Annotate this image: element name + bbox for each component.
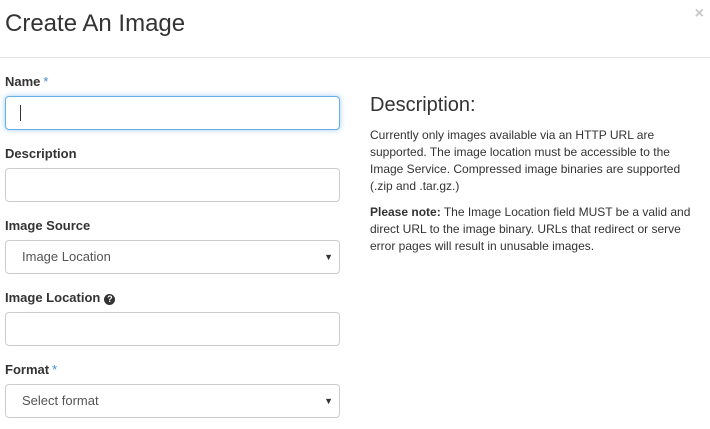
image-source-select[interactable]: Image Location ▼ (5, 240, 340, 274)
format-select[interactable]: Select format ▼ (5, 384, 340, 418)
name-label: Name * (5, 74, 48, 90)
required-asterisk: * (43, 74, 49, 89)
modal-header: Create An Image × (0, 0, 710, 58)
image-location-label-text: Image Location (5, 290, 101, 305)
help-note: Please note: The Image Location field MU… (370, 204, 705, 255)
close-icon[interactable]: × (695, 6, 704, 22)
image-source-selected: Image Location (22, 249, 111, 264)
format-selected: Select format (22, 393, 99, 408)
help-title: Description: (370, 94, 476, 116)
format-label: Format * (5, 362, 57, 378)
description-label: Description (5, 146, 77, 161)
format-label-text: Format (5, 362, 50, 377)
create-image-modal: Create An Image × Name * Description Imag… (0, 0, 710, 429)
name-input[interactable] (5, 96, 340, 130)
name-label-text: Name (5, 74, 41, 89)
modal-title: Create An Image (5, 10, 186, 37)
help-note-label: Please note: (370, 205, 441, 219)
help-paragraph: Currently only images available via an H… (370, 128, 681, 193)
image-location-input[interactable] (5, 312, 340, 346)
help-panel: Description: Currently only images avail… (370, 92, 705, 264)
image-location-label: Image Location? (5, 290, 116, 306)
dropdown-arrow-icon: ▼ (324, 252, 333, 262)
required-asterisk: * (52, 362, 58, 377)
text-cursor (20, 105, 21, 121)
description-input[interactable] (5, 168, 340, 202)
dropdown-arrow-icon: ▼ (324, 396, 333, 406)
image-source-label: Image Source (5, 218, 91, 233)
question-circle-icon[interactable]: ? (104, 294, 116, 305)
